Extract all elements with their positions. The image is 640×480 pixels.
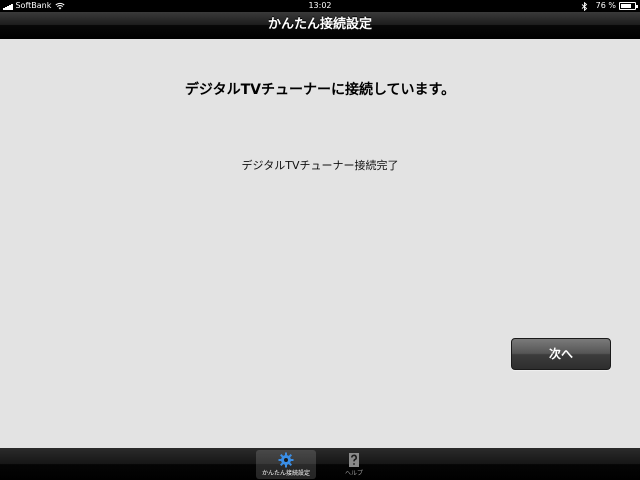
tab-help[interactable]: ヘルプ [324, 450, 384, 479]
navigation-bar: かんたん接続設定 [0, 12, 640, 39]
battery-percent: 76 % [595, 1, 616, 10]
tab-label: ヘルプ [344, 470, 363, 477]
status-time: 13:02 [308, 1, 332, 10]
bluetooth-icon [581, 1, 587, 11]
battery-icon [619, 2, 638, 10]
connection-heading: デジタルTVチューナーに接続しています。 [184, 82, 456, 98]
next-button[interactable]: 次へ [511, 338, 611, 370]
battery-tip [636, 4, 638, 8]
battery-level [621, 4, 631, 8]
gear-icon [278, 452, 294, 468]
page-title: かんたん接続設定 [267, 17, 372, 32]
help-icon [349, 453, 359, 467]
tab-label: かんたん接続設定 [261, 470, 310, 477]
status-bar: SoftBank 13:02 76 % [0, 0, 640, 12]
tab-easy-connection-setup[interactable]: かんたん接続設定 [256, 450, 316, 479]
tab-bar: かんたん接続設定 ヘルプ [0, 448, 640, 480]
connection-status-message: デジタルTVチューナー接続完了 [241, 159, 399, 172]
status-right: 76 % [581, 0, 638, 12]
